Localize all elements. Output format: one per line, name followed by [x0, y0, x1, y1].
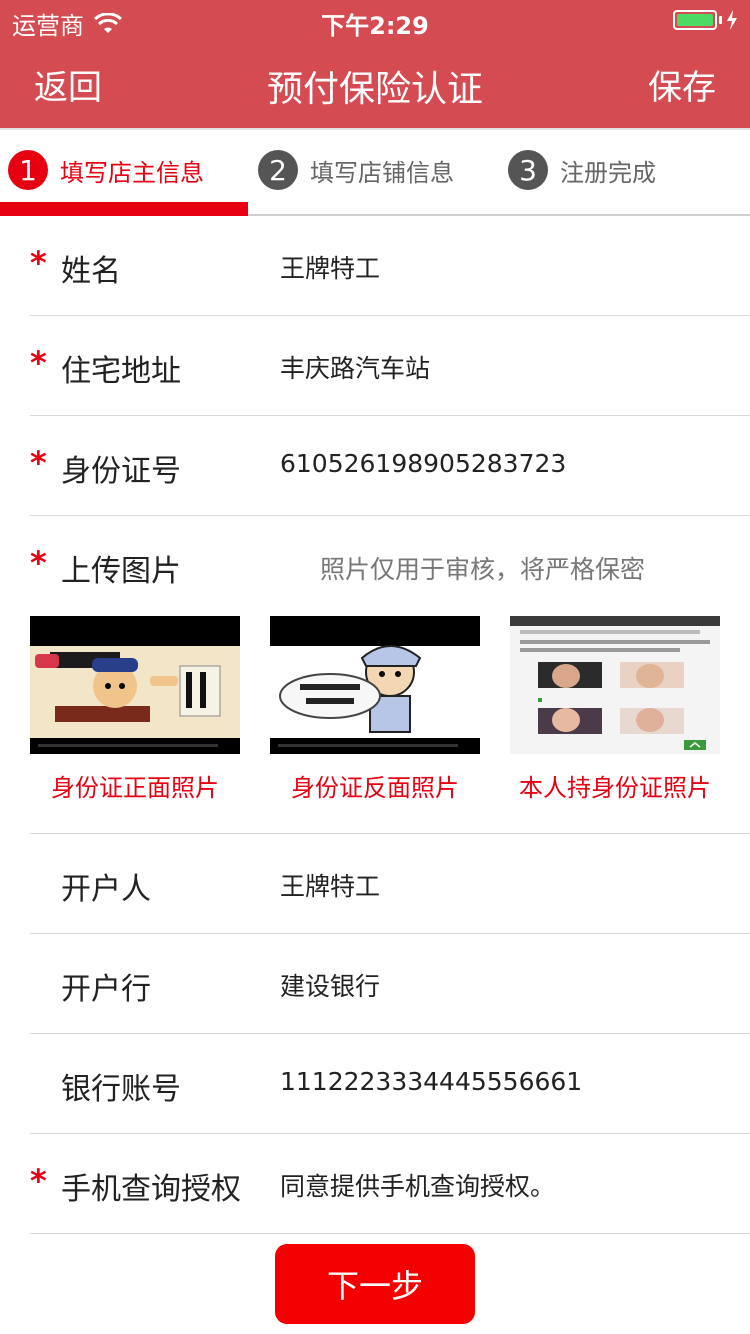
address-row[interactable]: * 住宅地址 丰庆路汽车站: [30, 316, 750, 416]
bank-field[interactable]: 建设银行: [280, 967, 380, 1003]
id-front-caption: 身份证正面照片: [51, 774, 219, 802]
step-number: 3: [508, 150, 548, 190]
step-label: 填写店铺信息: [310, 158, 454, 187]
step-2: 2 填写店铺信息: [258, 150, 454, 190]
required-mark: *: [30, 544, 47, 582]
active-step-underline: [0, 202, 248, 216]
page-title: 预付保险认证: [266, 69, 483, 110]
required-mark: *: [30, 1162, 47, 1200]
bank-row[interactable]: 开户行 建设银行: [30, 934, 750, 1034]
id-number-row[interactable]: * 身份证号 610526198905283723: [30, 416, 750, 516]
step-3: 3 注册完成: [508, 150, 656, 190]
upload-hint: 照片仅用于审核，将严格保密: [320, 555, 646, 584]
bank-label: 开户行: [61, 972, 151, 1007]
phone-auth-label: 手机查询授权: [61, 1172, 241, 1207]
app-header: 运营商 下午2:29 返回 预付保险认证 保存: [0, 0, 750, 128]
step-label: 注册完成: [560, 158, 656, 187]
next-step-button[interactable]: 下一步: [275, 1244, 475, 1324]
save-button[interactable]: 保存: [648, 60, 716, 109]
holding-id-image: [510, 616, 720, 754]
charging-icon: [727, 10, 737, 30]
id-number-field[interactable]: 610526198905283723: [280, 449, 566, 478]
holding-id-caption: 本人持身份证照片: [519, 774, 711, 802]
battery-indicator: [673, 10, 738, 30]
name-field[interactable]: 王牌特工: [280, 249, 380, 285]
required-mark: *: [30, 344, 47, 382]
phone-auth-field[interactable]: 同意提供手机查询授权。: [280, 1167, 555, 1203]
id-front-image: [30, 616, 240, 754]
nav-bar: 返回 预付保险认证 保存: [0, 40, 750, 128]
name-label: 姓名: [61, 254, 121, 289]
required-mark: *: [30, 244, 47, 282]
account-number-field[interactable]: 1112223334445556661: [280, 1067, 582, 1096]
address-label: 住宅地址: [61, 354, 181, 389]
step-number: 2: [258, 150, 298, 190]
address-field[interactable]: 丰庆路汽车站: [280, 349, 430, 385]
battery-icon: [673, 10, 717, 30]
id-back-image: [270, 616, 480, 754]
status-time: 下午2:29: [321, 12, 429, 40]
step-number: 1: [8, 150, 48, 190]
id-number-label: 身份证号: [61, 454, 181, 489]
upload-label: 上传图片: [61, 554, 181, 589]
id-back-photo[interactable]: [270, 616, 480, 754]
holding-id-photo[interactable]: [510, 616, 720, 754]
status-bar: 运营商 下午2:29: [0, 0, 750, 40]
required-mark: *: [30, 444, 47, 482]
account-number-row[interactable]: 银行账号 1112223334445556661: [30, 1034, 750, 1134]
step-label: 填写店主信息: [60, 158, 204, 187]
name-row[interactable]: * 姓名 王牌特工: [30, 216, 750, 316]
phone-auth-row[interactable]: * 手机查询授权 同意提供手机查询授权。: [30, 1134, 750, 1234]
step-1: 1 填写店主信息: [8, 150, 204, 190]
account-number-label: 银行账号: [61, 1072, 181, 1107]
id-front-photo[interactable]: [30, 616, 240, 754]
id-back-caption: 身份证反面照片: [291, 774, 459, 802]
account-holder-row[interactable]: 开户人 王牌特工: [30, 834, 750, 934]
account-holder-field[interactable]: 王牌特工: [280, 867, 380, 903]
photo-upload-section: * 上传图片 照片仅用于审核，将严格保密 身份证正面照片 身份证反面照片 本人持…: [30, 516, 750, 834]
step-indicator: 1 填写店主信息 2 填写店铺信息 3 注册完成: [0, 128, 750, 216]
account-holder-label: 开户人: [61, 872, 151, 907]
